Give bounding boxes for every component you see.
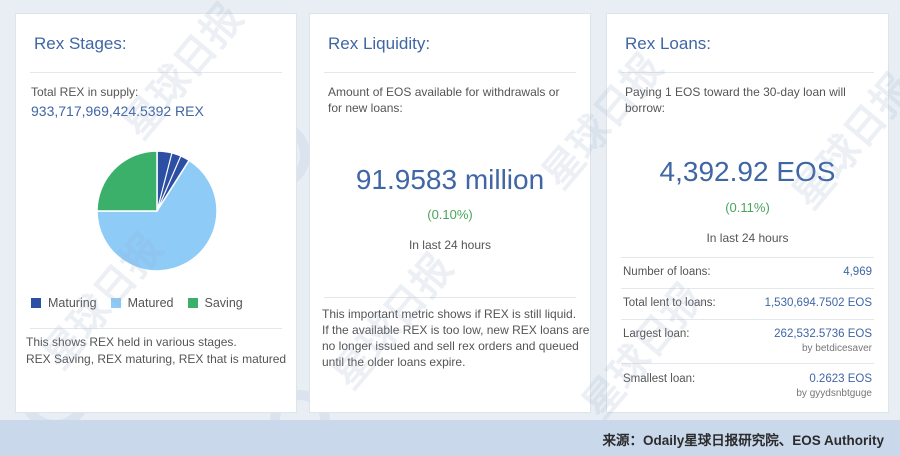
liquidity-note-3: no longer issued and sell rex orders and…	[322, 339, 579, 353]
liquidity-window: In last 24 hours	[408, 238, 492, 252]
liquidity-note-1: This important metric shows if REX is st…	[322, 307, 577, 321]
stat-value: 0.2623 EOS	[809, 373, 872, 385]
stat-value: 4,969	[843, 266, 872, 278]
stat-value: 262,532.5736 EOS	[774, 328, 872, 340]
stat-sub-label: by gyydsnbtguge	[796, 388, 872, 399]
rex-loans-panel: Rex Loans: Paying 1 EOS toward the 30-da…	[606, 13, 889, 413]
liquidity-description-2: for new loans:	[328, 101, 403, 115]
stat-label: Largest loan:	[623, 328, 690, 340]
legend-label: Matured	[127, 296, 174, 310]
legend-label: Saving	[204, 296, 243, 310]
divider	[621, 288, 874, 289]
liquidity-description-1: Amount of EOS available for withdrawals …	[328, 85, 560, 99]
stages-pie-chart	[96, 150, 218, 272]
divider	[30, 328, 282, 329]
liquidity-amount: 91.9583 million	[355, 164, 545, 195]
loans-description-2: borrow:	[625, 101, 666, 115]
rex-liquidity-panel: Rex Liquidity: Amount of EOS available f…	[309, 13, 591, 413]
divider	[621, 363, 874, 364]
supply-value: 933,717,969,424.5392 REX	[31, 103, 204, 119]
pie-legend: Maturing Matured Saving	[31, 296, 243, 310]
stat-label: Total lent to loans:	[623, 297, 716, 309]
loans-amount: 4,392.92 EOS	[659, 156, 836, 187]
stages-description-2: REX Saving, REX maturing, REX that is ma…	[26, 352, 287, 366]
divider	[621, 319, 874, 320]
stat-label: Number of loans:	[623, 266, 711, 278]
pie-slice-saving	[96, 150, 158, 212]
stat-sub-label: by betdicesaver	[801, 343, 872, 354]
liquidity-note-4: until the older loans expire.	[322, 355, 466, 369]
divider	[621, 257, 874, 258]
rex-stages-panel: Rex Stages: Total REX in supply: 933,717…	[15, 13, 297, 413]
supply-label: Total REX in supply:	[31, 85, 139, 99]
divider	[621, 72, 874, 73]
divider	[324, 72, 576, 73]
rex-stages-title: Rex Stages:	[34, 34, 127, 53]
loans-change: (0.11%)	[725, 200, 770, 215]
rex-loans-title: Rex Loans:	[625, 34, 711, 53]
legend-item-matured: Matured	[110, 296, 174, 310]
stages-description-1: This shows REX held in various stages.	[26, 335, 237, 349]
loans-window: In last 24 hours	[706, 231, 789, 245]
liquidity-change: (0.10%)	[427, 207, 473, 222]
liquidity-note-2: If the available REX is too low, new REX…	[322, 323, 590, 337]
legend-swatch	[110, 298, 121, 308]
source-footer: 来源：Odaily星球日报研究院、EOS Authority	[0, 420, 900, 456]
legend-item-saving: Saving	[187, 296, 243, 310]
rex-liquidity-title: Rex Liquidity:	[328, 34, 431, 53]
divider	[324, 297, 576, 298]
stat-label: Smallest loan:	[623, 373, 696, 385]
legend-swatch	[187, 298, 198, 308]
source-text: 来源：Odaily星球日报研究院、EOS Authority	[602, 433, 884, 448]
loans-description-1: Paying 1 EOS toward the 30-day loan will	[625, 85, 846, 99]
legend-item-maturing: Maturing	[31, 296, 97, 310]
legend-label: Maturing	[48, 296, 97, 310]
legend-swatch	[31, 298, 41, 308]
stat-value: 1,530,694.7502 EOS	[764, 297, 872, 309]
divider	[30, 72, 282, 73]
